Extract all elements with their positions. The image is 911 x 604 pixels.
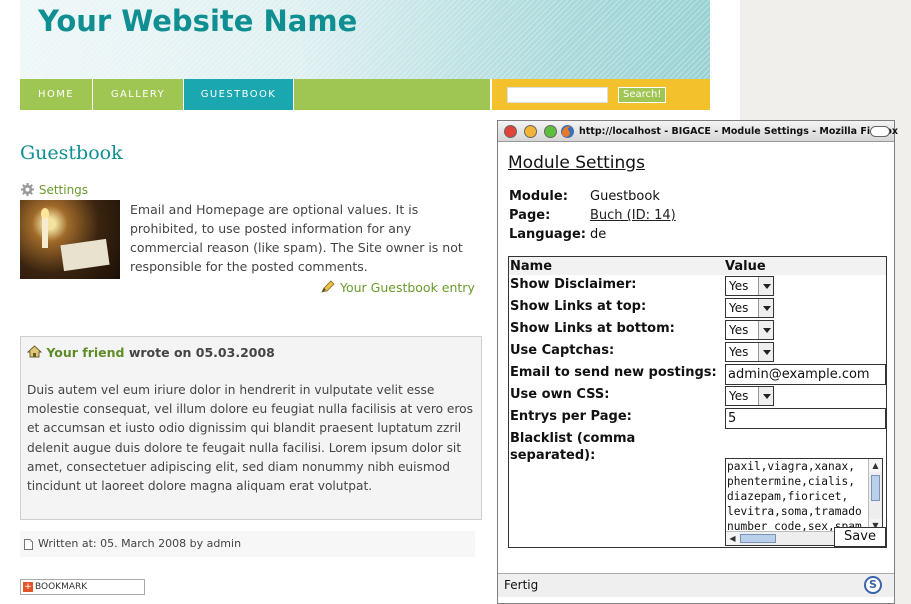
chevron-down-icon bbox=[758, 321, 773, 339]
scroll-thumb[interactable] bbox=[740, 534, 776, 543]
search-button[interactable]: Search! bbox=[618, 87, 667, 103]
guestbook-intro: Email and Homepage are optional values. … bbox=[130, 202, 463, 274]
chevron-down-icon bbox=[758, 387, 773, 405]
vertical-scrollbar[interactable]: ▲ ▼ bbox=[868, 459, 882, 533]
label-entrys-per-page: Entrys per Page: bbox=[510, 409, 632, 424]
status-bar: Fertig S bbox=[498, 573, 894, 597]
page-link[interactable]: Buch (ID: 14) bbox=[590, 208, 676, 223]
toolbar-toggle-button[interactable] bbox=[870, 126, 890, 137]
select-value: Yes bbox=[729, 279, 749, 293]
bookmark-label: BOOKMARK bbox=[35, 582, 88, 592]
window-title: http://localhost - BIGACE - Module Setti… bbox=[579, 126, 899, 137]
search-input[interactable] bbox=[507, 87, 608, 103]
guestbook-entry: Your friend wrote on 05.03.2008 Duis aut… bbox=[20, 336, 482, 520]
status-s-icon[interactable]: S bbox=[864, 576, 882, 594]
language-value: de bbox=[590, 227, 607, 242]
maximize-window-button[interactable] bbox=[544, 125, 557, 138]
guestbook-entry-link[interactable]: Your Guestbook entry bbox=[320, 280, 475, 295]
language-label: Language: bbox=[509, 227, 586, 242]
label-email: Email to send new postings: bbox=[510, 365, 717, 380]
close-window-button[interactable] bbox=[504, 125, 517, 138]
minimize-window-button[interactable] bbox=[524, 125, 537, 138]
status-text: Fertig bbox=[504, 578, 539, 592]
entry-date: wrote on 05.03.2008 bbox=[128, 345, 275, 360]
nav-home[interactable]: HOME bbox=[20, 79, 93, 110]
pencil-icon bbox=[321, 280, 335, 293]
select-value: Yes bbox=[729, 345, 749, 359]
select-value: Yes bbox=[729, 389, 749, 403]
scroll-up-icon[interactable]: ▲ bbox=[869, 459, 882, 472]
select-value: Yes bbox=[729, 323, 749, 337]
site-title[interactable]: Your Website Name bbox=[38, 4, 357, 38]
chevron-down-icon bbox=[758, 277, 773, 295]
nav-gallery[interactable]: GALLERY bbox=[93, 79, 184, 110]
module-label: Module: bbox=[509, 189, 568, 204]
chevron-down-icon bbox=[758, 299, 773, 317]
label-show-links-bottom: Show Links at bottom: bbox=[510, 321, 675, 336]
select-value: Yes bbox=[729, 301, 749, 315]
label-use-captchas: Use Captchas: bbox=[510, 343, 615, 358]
guestbook-image bbox=[20, 200, 120, 279]
scroll-thumb[interactable] bbox=[871, 475, 880, 501]
entrys-per-page-field[interactable]: 5 bbox=[725, 408, 886, 429]
settings-table: Name Value Show Disclaimer: Yes Show Lin… bbox=[508, 256, 887, 548]
gear-icon bbox=[20, 182, 35, 197]
label-blacklist: Blacklist (comma separated): bbox=[510, 431, 636, 463]
module-value: Guestbook bbox=[590, 189, 660, 204]
page-title: Guestbook bbox=[20, 142, 123, 164]
paper bbox=[60, 238, 110, 272]
page-label: Page: bbox=[509, 208, 551, 223]
blacklist-text: paxil,viagra,xanax, phentermine,cialis, … bbox=[727, 460, 862, 533]
search-area: Search! bbox=[490, 79, 710, 110]
module-settings-window: http://localhost - BIGACE - Module Setti… bbox=[497, 120, 898, 604]
column-header-value: Value bbox=[725, 259, 766, 274]
chevron-down-icon bbox=[758, 343, 773, 361]
email-field[interactable]: admin@example.com bbox=[725, 364, 886, 385]
select-use-captchas[interactable]: Yes bbox=[725, 342, 774, 362]
nav-guestbook[interactable]: GUESTBOOK bbox=[184, 79, 294, 110]
scroll-left-icon[interactable]: ◀ bbox=[726, 532, 739, 545]
select-use-own-css[interactable]: Yes bbox=[725, 386, 774, 406]
firefox-icon bbox=[561, 125, 574, 138]
plus-icon: + bbox=[23, 582, 33, 592]
table-header bbox=[509, 257, 886, 275]
guestbook-entry-label: Your Guestbook entry bbox=[339, 280, 475, 295]
entry-header: Your friend wrote on 05.03.2008 bbox=[26, 345, 275, 360]
written-at: Written at: 05. March 2008 by admin bbox=[38, 537, 242, 550]
bookmark-button[interactable]: + BOOKMARK bbox=[20, 579, 145, 595]
select-show-links-bottom[interactable]: Yes bbox=[725, 320, 774, 340]
label-show-links-top: Show Links at top: bbox=[510, 299, 647, 314]
site-header: Your Website Name bbox=[20, 0, 710, 79]
select-show-disclaimer[interactable]: Yes bbox=[725, 276, 774, 296]
candle bbox=[42, 218, 48, 248]
home-icon bbox=[26, 345, 43, 358]
column-header-name: Name bbox=[510, 259, 553, 274]
entry-author[interactable]: Your friend bbox=[46, 345, 124, 360]
settings-link[interactable]: Settings bbox=[20, 182, 88, 197]
settings-link-label: Settings bbox=[38, 183, 89, 197]
module-settings-heading: Module Settings bbox=[508, 153, 645, 173]
document-icon bbox=[24, 539, 33, 550]
main-nav: HOME GALLERY GUESTBOOK Search! bbox=[20, 79, 710, 110]
entry-footer: Written at: 05. March 2008 by admin bbox=[20, 531, 475, 557]
select-show-links-top[interactable]: Yes bbox=[725, 298, 774, 318]
entry-body: Duis autem vel eum iriure dolor in hendr… bbox=[27, 383, 473, 494]
window-titlebar[interactable]: http://localhost - BIGACE - Module Setti… bbox=[498, 121, 898, 142]
label-show-disclaimer: Show Disclaimer: bbox=[510, 277, 637, 292]
save-button[interactable]: Save bbox=[834, 527, 886, 547]
label-use-own-css: Use own CSS: bbox=[510, 387, 610, 402]
